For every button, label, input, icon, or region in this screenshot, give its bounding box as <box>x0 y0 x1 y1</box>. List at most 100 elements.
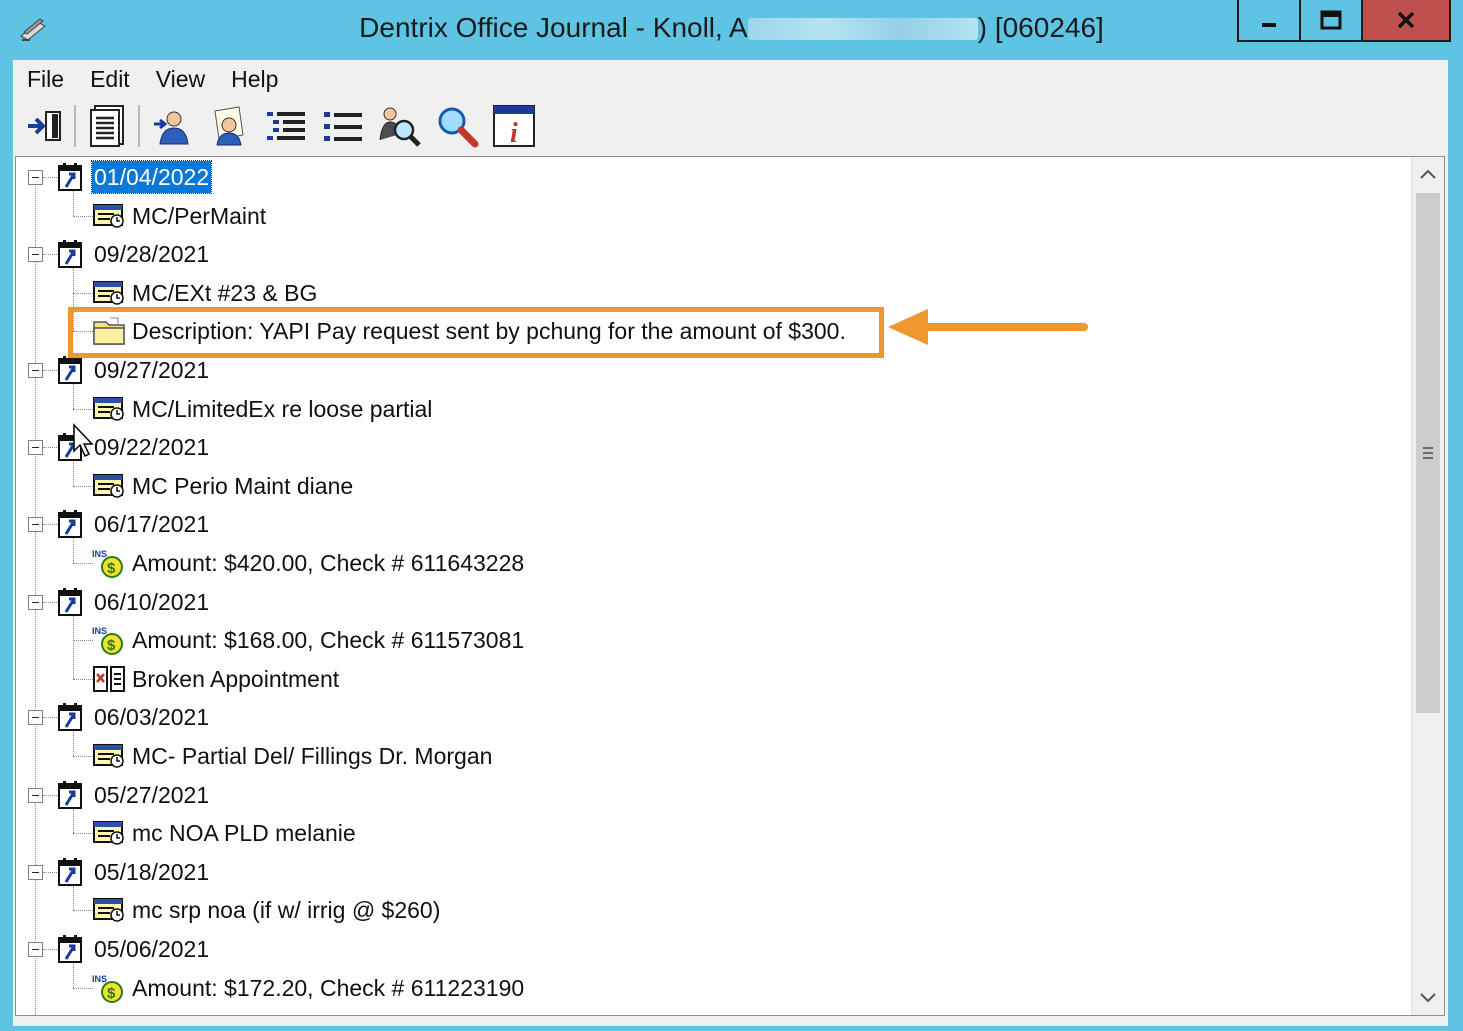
tree-entry-node[interactable]: MC Perio Maint diane <box>132 470 353 502</box>
minimize-button[interactable] <box>1239 0 1301 40</box>
calendar-icon <box>57 934 83 969</box>
info-button[interactable]: i <box>491 103 537 149</box>
appointment-icon <box>92 895 126 928</box>
tree-date-node[interactable]: 09/22/2021 <box>94 431 209 463</box>
menu-file[interactable]: File <box>27 66 64 93</box>
tree-connector <box>43 524 57 526</box>
exit-button[interactable] <box>21 103 67 149</box>
tree-connector <box>73 461 74 486</box>
search-button[interactable] <box>434 103 480 149</box>
tree-date-node[interactable]: 06/10/2021 <box>94 586 209 618</box>
mouse-cursor-icon <box>73 423 94 458</box>
collapse-toggle[interactable] <box>28 440 43 456</box>
toolbar: i <box>13 100 1448 152</box>
svg-text:$: $ <box>107 985 116 1002</box>
annotation-arrow <box>888 309 1088 345</box>
collapse-toggle[interactable] <box>28 247 43 263</box>
scroll-up-button[interactable] <box>1412 157 1444 191</box>
tree-date-node[interactable]: 05/06/2021 <box>94 933 209 965</box>
tree-entry-node[interactable]: MC- Partial Del/ Fillings Dr. Morgan <box>132 740 492 772</box>
calendar-icon <box>57 355 83 390</box>
tree-entry-node[interactable]: MC/EXt #23 & BG <box>132 277 317 309</box>
tree-entry-node[interactable]: mc srp noa (if w/ irrig @ $260) <box>132 894 440 926</box>
collapse-toggle[interactable] <box>28 363 43 378</box>
report-button[interactable] <box>85 103 131 149</box>
chevron-up-icon <box>1420 169 1436 179</box>
tree-connector <box>73 640 93 642</box>
tree-connector <box>73 538 74 563</box>
provider-button[interactable] <box>206 103 252 149</box>
tree-connector <box>73 384 74 409</box>
menu-edit[interactable]: Edit <box>90 66 130 93</box>
tree-connector <box>73 215 93 217</box>
window-controls <box>1237 0 1451 42</box>
tree-date-node[interactable]: 06/03/2021 <box>94 701 209 733</box>
tree-date-node[interactable]: 05/18/2021 <box>94 856 209 888</box>
insurance-payment-icon: INS $ <box>92 973 126 1008</box>
tree-entry-node[interactable]: MC/PerMaint <box>132 200 266 232</box>
calendar-icon <box>57 780 83 815</box>
calendar-icon <box>57 587 83 622</box>
tree-connector <box>43 254 57 256</box>
patient-select-button[interactable] <box>149 103 195 149</box>
toolbar-separator <box>138 105 140 147</box>
window-title-suffix: ) [060246] <box>977 12 1104 43</box>
tree-connector <box>73 731 74 756</box>
tree-connector <box>73 563 93 564</box>
tree-connector <box>73 292 93 294</box>
collapse-toggle[interactable] <box>28 942 43 957</box>
collapse-toggle[interactable] <box>28 594 43 610</box>
svg-text:INS: INS <box>92 626 107 636</box>
collapse-all-button[interactable] <box>320 103 366 149</box>
find-patient-button[interactable] <box>377 103 423 149</box>
tree-entry-node[interactable]: MC/LimitedEx re loose partial <box>132 393 432 425</box>
collapse-toggle[interactable] <box>28 710 43 726</box>
tree-connector <box>43 949 57 950</box>
svg-text:INS: INS <box>92 974 107 984</box>
maximize-button[interactable] <box>1301 0 1363 40</box>
scroll-down-button[interactable] <box>1412 981 1444 1015</box>
tree-date-node[interactable]: 09/27/2021 <box>94 354 209 386</box>
tree-date-node[interactable]: 09/28/2021 <box>94 238 209 270</box>
svg-text:$: $ <box>107 637 116 654</box>
svg-text:i: i <box>510 118 518 148</box>
tree-entry-node[interactable]: Amount: $420.00, Check # 611643228 <box>132 547 524 579</box>
tree-entry-node[interactable]: Amount: $172.20, Check # 611223190 <box>132 972 524 1004</box>
collapse-toggle[interactable] <box>28 787 43 803</box>
tree-connector <box>73 408 93 410</box>
tree-connector <box>43 447 57 449</box>
appointment-icon <box>92 471 126 504</box>
collapse-toggle[interactable] <box>28 864 43 880</box>
search-icon <box>438 107 479 148</box>
info-icon: i <box>493 105 535 148</box>
tree-date-node[interactable]: 06/17/2021 <box>94 508 209 540</box>
tree-entry-node[interactable]: Amount: $168.00, Check # 611573081 <box>132 624 524 656</box>
tree-connector <box>43 717 57 719</box>
tree-date-node[interactable]: 05/27/2021 <box>94 779 209 811</box>
tree-entry-node[interactable]: Broken Appointment <box>132 663 339 695</box>
tree-entry-node[interactable]: mc NOA PLD melanie <box>132 817 356 849</box>
maximize-icon <box>1320 10 1342 30</box>
svg-text:INS: INS <box>92 549 107 559</box>
menu-bar: File Edit View Help <box>13 60 1448 98</box>
menu-help[interactable]: Help <box>231 66 278 93</box>
tree-connector <box>73 615 74 679</box>
journal-tree[interactable]: 01/04/2022 MC/PerMaint 09/28/2021 MC/EXt #2… <box>15 156 1445 1016</box>
title-bar[interactable]: Dentrix Office Journal - Knoll, A) [0602… <box>0 0 1463 62</box>
tree-connector <box>73 756 93 757</box>
calendar-icon <box>57 162 83 197</box>
scroll-thumb[interactable] <box>1416 193 1440 713</box>
collapse-toggle[interactable] <box>28 170 43 185</box>
highlight-annotation-box <box>68 307 884 358</box>
tree-connector <box>73 885 74 911</box>
tree-connector <box>73 833 93 835</box>
close-button[interactable] <box>1363 0 1449 40</box>
expand-all-button[interactable] <box>263 103 309 149</box>
appointment-icon <box>92 818 126 851</box>
appointment-icon <box>92 741 126 774</box>
collapse-toggle[interactable] <box>28 517 43 533</box>
calendar-icon <box>57 857 83 892</box>
vertical-scrollbar[interactable] <box>1411 157 1444 1015</box>
menu-view[interactable]: View <box>156 66 205 93</box>
tree-date-node[interactable]: 01/04/2022 <box>90 160 213 194</box>
